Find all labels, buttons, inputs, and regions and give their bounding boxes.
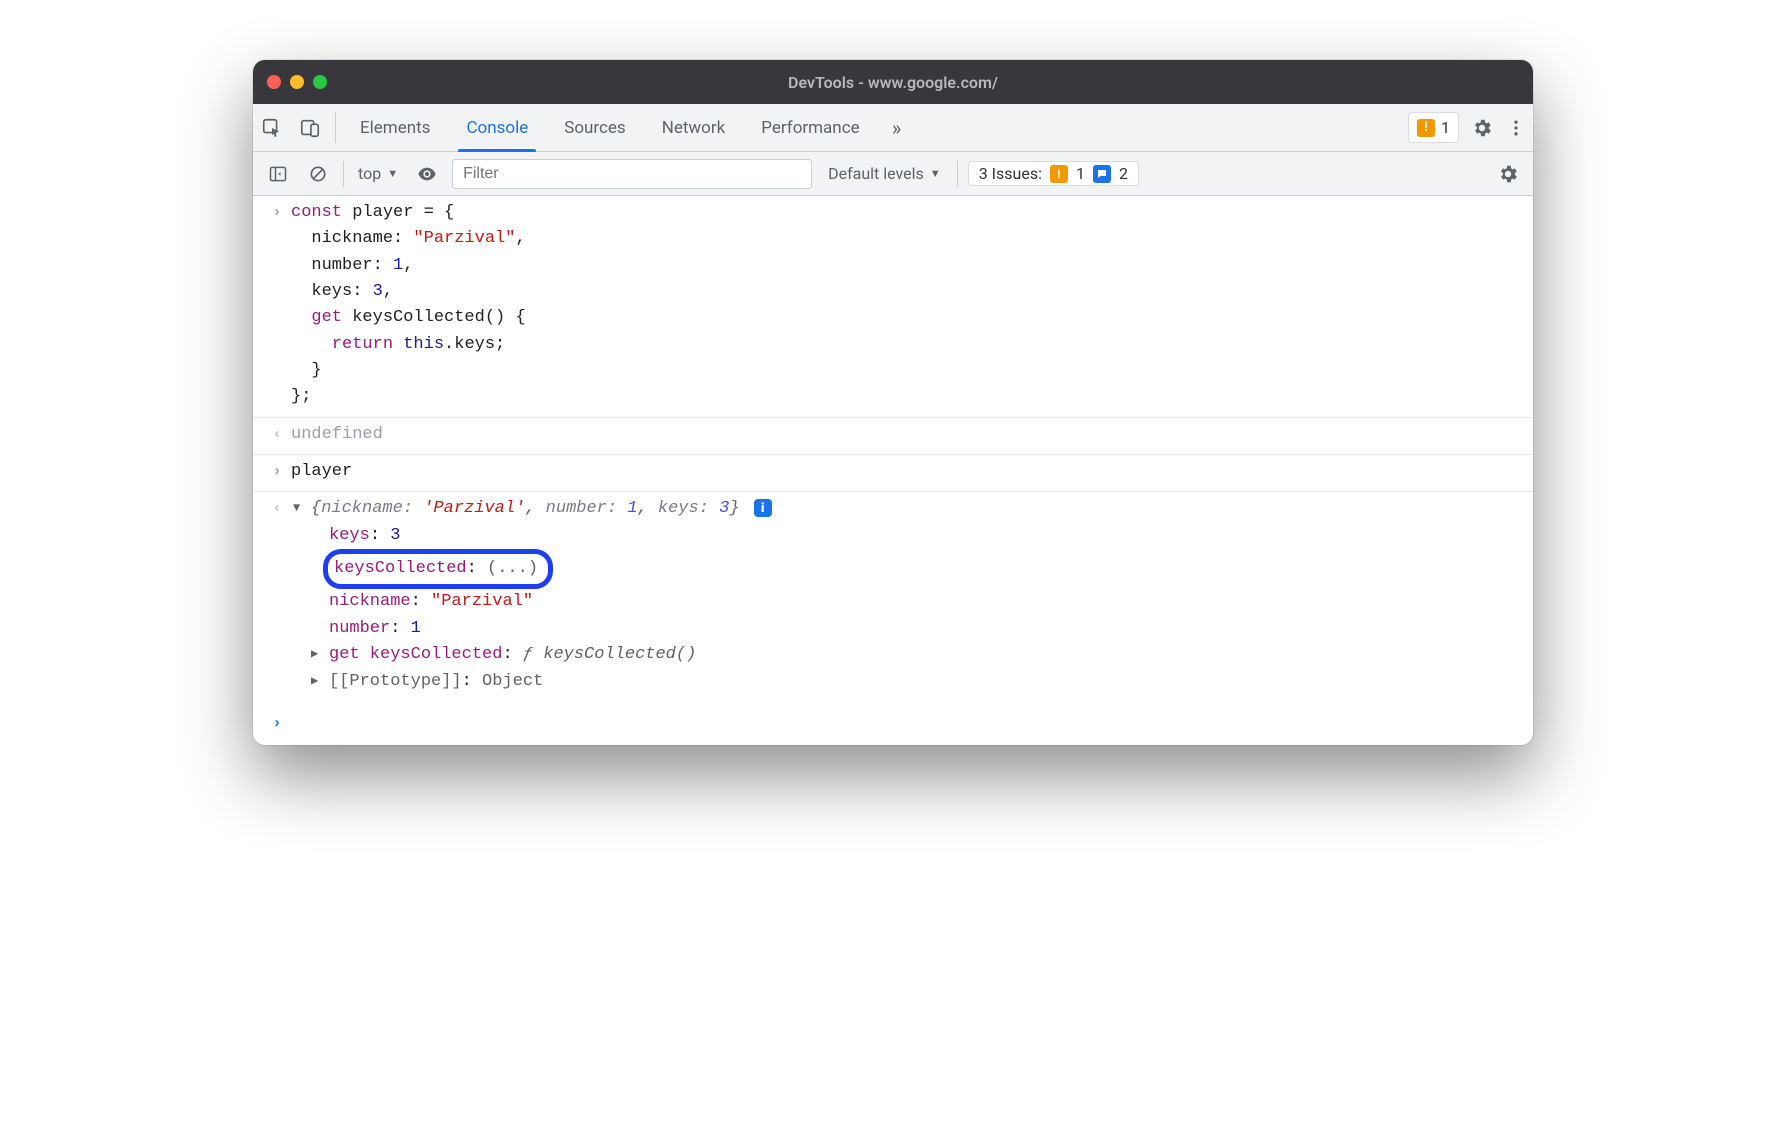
disclosure-triangle-icon[interactable]: ▼ bbox=[293, 499, 300, 518]
object-output: ▼ {nickname: 'Parzival', number: 1, keys… bbox=[291, 496, 1523, 694]
warning-count: 1 bbox=[1441, 118, 1450, 137]
tab-sources[interactable]: Sources bbox=[546, 104, 643, 151]
execution-context-selector[interactable]: top ▼ bbox=[354, 164, 402, 183]
console-input-row: const player = { nickname: "Parzival", n… bbox=[253, 196, 1533, 418]
clear-console-icon[interactable] bbox=[303, 159, 333, 189]
window-title: DevTools - www.google.com/ bbox=[253, 73, 1533, 92]
issues-label: 3 Issues: bbox=[979, 164, 1042, 183]
info-icon bbox=[1093, 165, 1111, 183]
close-window-button[interactable] bbox=[267, 75, 281, 89]
console-toolbar: top ▼ Default levels ▼ 3 Issues: ! 1 2 bbox=[253, 152, 1533, 196]
issues-warn-count: 1 bbox=[1076, 164, 1085, 183]
context-label: top bbox=[358, 164, 381, 183]
input-chevron-icon bbox=[263, 200, 291, 224]
object-property[interactable]: keys: 3 bbox=[291, 523, 1523, 549]
console-input-row: player bbox=[253, 455, 1533, 492]
levels-label: Default levels bbox=[828, 164, 924, 183]
tab-performance[interactable]: Performance bbox=[743, 104, 877, 151]
more-options-icon[interactable] bbox=[1499, 104, 1533, 151]
object-prototype[interactable]: ▶ [[Prototype]]: Object bbox=[291, 669, 1523, 695]
tab-console[interactable]: Console bbox=[448, 104, 546, 151]
maximize-window-button[interactable] bbox=[313, 75, 327, 89]
dropdown-triangle-icon: ▼ bbox=[387, 167, 398, 180]
disclosure-triangle-icon[interactable]: ▶ bbox=[311, 645, 318, 664]
object-preview[interactable]: ▼ {nickname: 'Parzival', number: 1, keys… bbox=[291, 496, 1523, 522]
titlebar: DevTools - www.google.com/ bbox=[253, 60, 1533, 104]
console-prompt[interactable] bbox=[253, 705, 1533, 745]
object-property[interactable]: nickname: "Parzival" bbox=[291, 589, 1523, 615]
filter-input[interactable] bbox=[452, 159, 812, 189]
dropdown-triangle-icon: ▼ bbox=[930, 167, 941, 180]
warning-icon: ! bbox=[1050, 165, 1068, 183]
tabbar-warning-badge[interactable]: ! 1 bbox=[1408, 112, 1459, 143]
undefined-output: undefined bbox=[291, 422, 1523, 448]
object-property[interactable]: number: 1 bbox=[291, 616, 1523, 642]
object-property-getter[interactable]: keysCollected: (...) bbox=[291, 549, 1523, 589]
minimize-window-button[interactable] bbox=[290, 75, 304, 89]
console-output-row: ▼ {nickname: 'Parzival', number: 1, keys… bbox=[253, 492, 1533, 704]
object-getter-def[interactable]: ▶ get keysCollected: ƒ keysCollected() bbox=[291, 642, 1523, 668]
console-settings-icon[interactable] bbox=[1493, 159, 1523, 189]
live-expression-icon[interactable] bbox=[412, 159, 442, 189]
device-toolbar-icon[interactable] bbox=[291, 104, 329, 151]
devtools-window: DevTools - www.google.com/ Elements Cons… bbox=[253, 60, 1533, 745]
inspect-element-icon[interactable] bbox=[253, 104, 291, 151]
input-chevron-icon bbox=[263, 459, 291, 483]
devtools-tabbar: Elements Console Sources Network Perform… bbox=[253, 104, 1533, 152]
toggle-sidebar-icon[interactable] bbox=[263, 159, 293, 189]
console-output-row: undefined bbox=[253, 418, 1533, 455]
output-chevron-icon bbox=[263, 422, 291, 446]
console-body: const player = { nickname: "Parzival", n… bbox=[253, 196, 1533, 745]
settings-icon[interactable] bbox=[1465, 104, 1499, 151]
highlight-annotation: keysCollected: (...) bbox=[323, 549, 553, 589]
tab-elements[interactable]: Elements bbox=[342, 104, 448, 151]
object-tree: keys: 3 keysCollected: (...) nickname: "… bbox=[291, 523, 1523, 695]
tab-network[interactable]: Network bbox=[644, 104, 744, 151]
log-levels-selector[interactable]: Default levels ▼ bbox=[822, 164, 947, 183]
input-expression[interactable]: player bbox=[291, 459, 1523, 485]
more-tabs-icon[interactable]: » bbox=[878, 104, 916, 151]
window-controls bbox=[267, 75, 327, 89]
issues-info-count: 2 bbox=[1119, 164, 1128, 183]
disclosure-triangle-icon[interactable]: ▶ bbox=[311, 672, 318, 691]
warning-icon: ! bbox=[1417, 119, 1435, 137]
code-block[interactable]: const player = { nickname: "Parzival", n… bbox=[291, 200, 1523, 411]
output-chevron-icon bbox=[263, 496, 291, 520]
issues-pill[interactable]: 3 Issues: ! 1 2 bbox=[968, 161, 1139, 186]
prompt-chevron-icon bbox=[263, 711, 291, 735]
info-badge-icon[interactable]: i bbox=[754, 499, 772, 517]
